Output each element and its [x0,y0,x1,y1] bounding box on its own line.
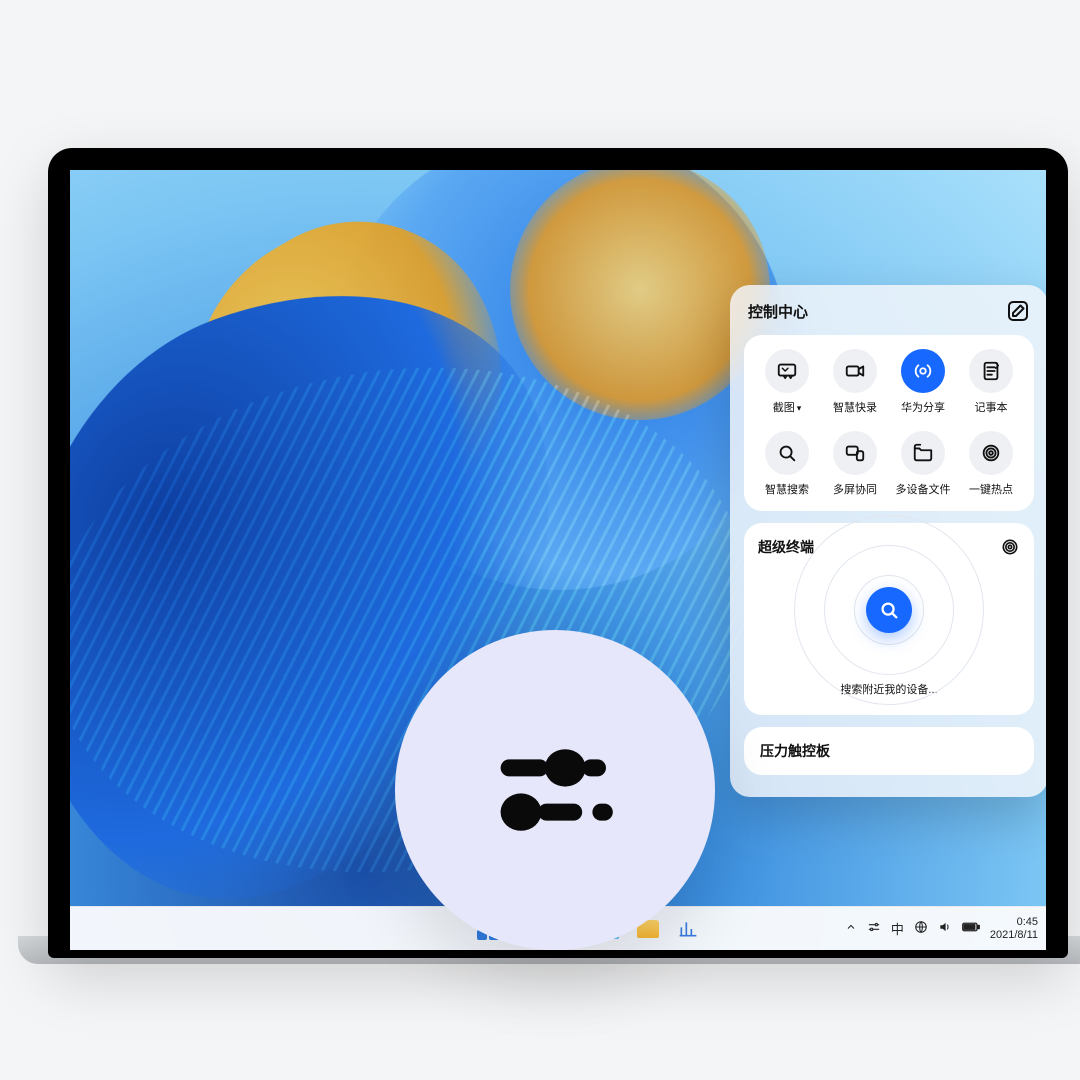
chevron-up-icon[interactable] [845,921,857,936]
edit-icon[interactable] [1006,299,1030,323]
screenshot-icon [765,349,809,393]
toggle-label: 多屏协同 [833,481,877,497]
volume-icon[interactable] [938,920,952,937]
record-icon [833,349,877,393]
toggle-notepad[interactable]: 记事本 [960,349,1022,415]
toggle-label: 一键热点 [969,481,1013,497]
quick-toggles-card: 截图▾ 智慧快录 [744,335,1034,511]
toggle-label: 智慧搜索 [765,481,809,497]
toggle-label: 多设备文件 [896,481,951,497]
toggle-record[interactable]: 智慧快录 [824,349,886,415]
toggle-files[interactable]: 多设备文件 [892,431,954,497]
files-icon [901,431,945,475]
control-center-title: 控制中心 [748,301,808,322]
ime-indicator[interactable]: 中 [891,919,904,938]
force-touch-card[interactable]: 压力触控板 [744,727,1034,775]
toggle-share[interactable]: 华为分享 [892,349,954,415]
radar-settings-icon[interactable] [1000,537,1020,557]
taskbar-clock[interactable]: 0:45 2021/8/11 [990,916,1038,941]
device-radar [799,565,979,685]
share-icon [901,349,945,393]
radar-search-button[interactable] [866,587,912,633]
system-tray: 中 0:45 2021/8/11 [845,907,1038,950]
control-center-header: 控制中心 [744,299,1034,335]
battery-icon[interactable] [962,921,980,936]
control-center-panel: 控制中心 [730,285,1046,797]
toggle-screenshot[interactable]: 截图▾ [756,349,818,415]
sliders-feature-icon [395,630,715,950]
pc-manager-icon[interactable] [675,916,701,942]
hotspot-icon [969,431,1013,475]
notepad-icon [969,349,1013,393]
search-icon [765,431,809,475]
toggle-label: 华为分享 [901,399,945,415]
super-terminal-card: 超级终端 [744,523,1034,715]
toggle-multiscreen[interactable]: 多屏协同 [824,431,886,497]
toggle-label: 智慧快录 [833,399,877,415]
toggle-search[interactable]: 智慧搜索 [756,431,818,497]
toggle-hotspot[interactable]: 一键热点 [960,431,1022,497]
network-icon[interactable] [914,920,928,937]
clock-date: 2021/8/11 [990,929,1038,942]
force-touch-title: 压力触控板 [760,741,1018,761]
clock-time: 0:45 [990,916,1038,929]
multiscreen-icon [833,431,877,475]
toggle-label: 记事本 [975,399,1008,415]
control-center-tray-icon[interactable] [867,920,881,937]
toggle-label: 截图▾ [773,399,802,415]
